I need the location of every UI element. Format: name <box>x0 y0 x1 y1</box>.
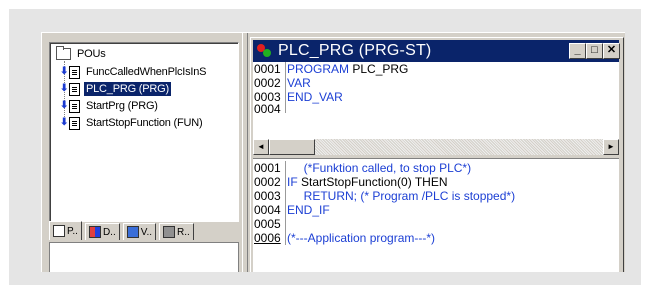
tree-item-label: StartPrg (PRG) <box>86 100 158 112</box>
tree-item-startprg[interactable]: ⬇ StartPrg (PRG) <box>60 98 160 114</box>
organizer-tabs: P.. D.. V.. R.. <box>49 221 237 241</box>
arrow-icon: ⬇ <box>60 66 69 77</box>
code-line: 0001 (*Funktion called, to stop PLC*) <box>253 161 619 175</box>
tab-pous[interactable]: P.. <box>49 221 82 240</box>
tab-visualizations[interactable]: V.. <box>122 223 157 240</box>
message-panel <box>49 242 239 272</box>
code-text: END_IF <box>287 203 330 217</box>
line-number: 0004 <box>253 203 286 217</box>
tree-item-label: PLC_PRG (PRG) <box>84 82 171 96</box>
scroll-left-icon[interactable]: ◄ <box>253 139 269 155</box>
visualization-icon <box>126 226 139 238</box>
body-editor[interactable]: 0001 (*Funktion called, to stop PLC*) 00… <box>253 159 619 272</box>
pou-icon <box>53 225 65 237</box>
resources-icon <box>163 226 176 238</box>
code-text: IF StartStopFunction(0) THEN <box>287 175 448 189</box>
scroll-right-icon[interactable]: ► <box>603 139 619 155</box>
code-text: PROGRAM PLC_PRG <box>287 62 409 76</box>
code-line: 0004 <box>253 104 619 113</box>
arrow-icon: ⬇ <box>60 100 69 111</box>
document-icon <box>69 82 80 96</box>
tree-item-label: StartStopFunction (FUN) <box>86 117 203 129</box>
tree-item-label: FuncCalledWhenPlcIsInS <box>86 66 207 78</box>
code-line: 0003 END_VAR <box>253 90 619 104</box>
st-editor-icon <box>257 44 273 58</box>
line-number: 0005 <box>253 217 286 231</box>
code-text: (*Funktion called, to stop PLC*) <box>303 161 472 175</box>
vertical-splitter[interactable] <box>242 33 248 272</box>
code-line: 0001 PROGRAM PLC_PRG <box>253 62 619 76</box>
code-text: VAR <box>287 76 311 90</box>
horizontal-scrollbar[interactable]: ◄ ► <box>253 139 619 155</box>
line-number: 0001 <box>253 62 286 76</box>
datatypes-icon <box>88 226 101 238</box>
folder-open-icon <box>56 46 71 60</box>
tab-datatypes[interactable]: D.. <box>84 223 120 240</box>
code-line: 0004 END_IF <box>253 203 619 217</box>
tree-item-plc-prg[interactable]: ⬇ PLC_PRG (PRG) <box>60 81 171 97</box>
editor-title: PLC_PRG (PRG-ST) <box>278 42 432 59</box>
codesys-window: POUs ⬇ FuncCalledWhenPlcIsInS ⬇ PLC_PRG … <box>41 32 625 272</box>
code-text: (*---Application program---*) <box>287 231 436 245</box>
tab-resources[interactable]: R.. <box>159 223 194 240</box>
tab-label: V.. <box>140 226 153 238</box>
code-line: 0002 VAR <box>253 76 619 90</box>
tree-root-label: POUs <box>77 48 106 60</box>
line-number: 0003 <box>253 189 286 203</box>
line-number: 0001 <box>253 161 286 175</box>
close-button[interactable]: ✕ <box>603 43 620 59</box>
object-organizer-tree[interactable]: POUs ⬇ FuncCalledWhenPlcIsInS ⬇ PLC_PRG … <box>49 42 239 222</box>
scroll-thumb[interactable] <box>269 139 315 155</box>
code-text: RETURN; (* Program /PLC is stopped*) <box>303 189 516 203</box>
line-number: 0004 <box>253 104 286 113</box>
line-number: 0006 <box>253 231 286 245</box>
code-line: 0002 IF StartStopFunction(0) THEN <box>253 175 619 189</box>
tab-label: P.. <box>67 225 78 237</box>
arrow-icon: ⬇ <box>60 117 69 128</box>
document-icon <box>69 65 80 79</box>
code-text: END_VAR <box>287 90 343 104</box>
line-number: 0002 <box>253 76 286 90</box>
tree-root-pous[interactable]: POUs <box>56 46 108 61</box>
tree-item-startstopfunction[interactable]: ⬇ StartStopFunction (FUN) <box>60 115 204 131</box>
document-icon <box>69 99 80 113</box>
tree-item-funccalled[interactable]: ⬇ FuncCalledWhenPlcIsInS <box>60 64 208 80</box>
tab-label: R.. <box>177 226 190 238</box>
code-line: 0006 (*---Application program---*) <box>253 231 619 245</box>
arrow-icon: ⬇ <box>60 83 69 94</box>
tab-label: D.. <box>102 226 116 238</box>
declaration-editor[interactable]: 0001 PROGRAM PLC_PRG 0002 VAR 0003 END_V… <box>253 62 619 139</box>
code-line: 0003 RETURN; (* Program /PLC is stopped*… <box>253 189 619 203</box>
document-icon <box>69 116 80 130</box>
maximize-button[interactable]: □ <box>586 43 603 59</box>
line-number: 0002 <box>253 175 286 189</box>
minimize-button[interactable]: _ <box>569 43 586 59</box>
line-number: 0003 <box>253 90 286 104</box>
code-line: 0005 <box>253 217 619 231</box>
editor-title-bar[interactable]: PLC_PRG (PRG-ST) _ □ ✕ <box>253 40 620 62</box>
pou-editor-window: PLC_PRG (PRG-ST) _ □ ✕ 0001 PROGRAM PLC_… <box>250 37 624 272</box>
